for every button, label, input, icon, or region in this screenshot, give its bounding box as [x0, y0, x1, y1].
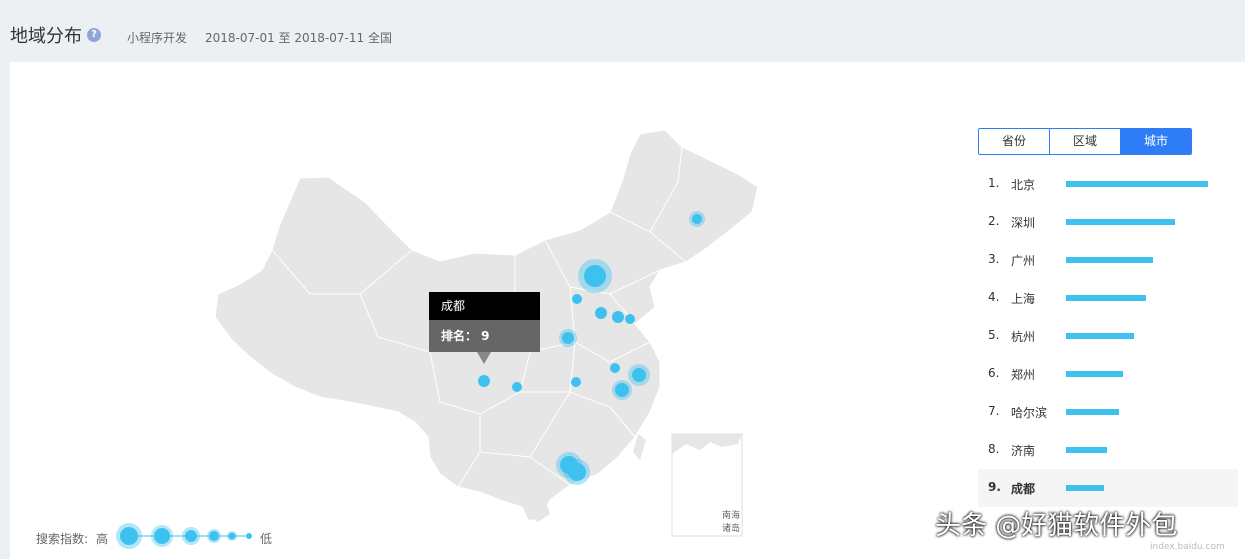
legend-label: 搜索指数:: [36, 532, 89, 546]
ranking-row[interactable]: 1. 北京: [978, 165, 1238, 203]
ranking-row[interactable]: 3. 广州: [978, 241, 1238, 279]
tab-province[interactable]: 省份: [979, 129, 1049, 154]
rank-number: 6.: [988, 366, 1000, 380]
rank-number: 9.: [988, 480, 1001, 494]
bubble-beijing[interactable]: [584, 265, 606, 287]
page-header: 地域分布 ? 小程序开发 2018-07-01 至 2018-07-11 全国: [0, 0, 1245, 62]
bubble-harbin[interactable]: [692, 214, 702, 224]
legend-high-label: 高: [96, 532, 109, 546]
rank-city-name: 广州: [1011, 254, 1036, 268]
map-panel: 南海 诸岛 成都 排名： 9 搜索指数: 高 低 省份 区域 城市 1. 北京 …: [10, 62, 1245, 559]
rank-city-name: 成都: [1011, 482, 1036, 496]
rank-city-name: 济南: [1011, 444, 1036, 458]
legend-low-label: 低: [260, 532, 273, 546]
rank-bar: [1066, 219, 1175, 225]
rank-number: 5.: [988, 328, 1000, 342]
ranking-row[interactable]: 7. 哈尔滨: [978, 393, 1238, 431]
tab-region[interactable]: 区域: [1049, 129, 1120, 154]
ranking-row[interactable]: 6. 郑州: [978, 355, 1238, 393]
legend-bubble-1-core: [120, 527, 138, 545]
bubble-nanjing[interactable]: [610, 363, 620, 373]
bubble-wuhan[interactable]: [571, 377, 581, 387]
date-range-label: 2018-07-01 至 2018-07-11: [205, 31, 365, 45]
watermark-url: index.baidu.com: [1150, 542, 1225, 552]
rank-city-name: 上海: [1011, 292, 1036, 306]
rank-bar: [1066, 371, 1123, 377]
inset-label-1: 南海: [722, 509, 740, 521]
bubble-shijiazhuang[interactable]: [572, 294, 582, 304]
ranking-row[interactable]: 2. 深圳: [978, 203, 1238, 241]
rank-number: 8.: [988, 442, 1000, 456]
region-label: 全国: [368, 31, 393, 45]
bubble-chongqing[interactable]: [512, 382, 522, 392]
help-icon[interactable]: ?: [87, 28, 101, 42]
ranking-row[interactable]: 8. 济南: [978, 431, 1238, 469]
page-title: 地域分布: [10, 26, 82, 47]
legend-bubble-6: [246, 533, 252, 539]
tooltip-arrow: [477, 352, 491, 364]
inset-label-2: 诸岛: [722, 522, 740, 534]
rank-bar: [1066, 447, 1107, 453]
bubble-chengdu[interactable]: [478, 375, 490, 387]
keyword-label: 小程序开发: [127, 31, 188, 45]
watermark-text: 头条 @好猫软件外包: [935, 511, 1178, 541]
rank-city-name: 杭州: [1011, 330, 1036, 344]
bubble-qingdao-b[interactable]: [625, 314, 635, 324]
city-ranking-list: 1. 北京 2. 深圳 3. 广州 4. 上海 5. 杭州 6. 郑州 7. 哈尔滨 8. 济南 9. 成都: [978, 165, 1238, 507]
rank-city-name: 郑州: [1011, 368, 1036, 382]
rank-number: 7.: [988, 404, 1000, 418]
rank-bar: [1066, 485, 1104, 491]
bubble-qingdao-a[interactable]: [612, 311, 624, 323]
ranking-row[interactable]: 5. 杭州: [978, 317, 1238, 355]
rank-number: 3.: [988, 252, 1000, 266]
tooltip-city: 成都: [429, 292, 540, 320]
map-tooltip: 成都 排名： 9: [429, 292, 540, 364]
bubble-hangzhou[interactable]: [615, 383, 629, 397]
ranking-row[interactable]: 9. 成都: [978, 469, 1238, 507]
ranking-row[interactable]: 4. 上海: [978, 279, 1238, 317]
legend-bubbles: [116, 523, 252, 549]
bubble-jinan[interactable]: [595, 307, 607, 319]
dimension-tabs: 省份 区域 城市: [978, 128, 1192, 155]
rank-number: 1.: [988, 176, 1000, 190]
legend-bubble-2-core: [154, 528, 170, 544]
legend-bubble-3-core: [185, 530, 197, 542]
rank-bar: [1066, 295, 1146, 301]
rank-bar: [1066, 333, 1134, 339]
rank-city-name: 北京: [1011, 178, 1036, 192]
rank-city-name: 哈尔滨: [1011, 406, 1048, 420]
rank-bar: [1066, 409, 1119, 415]
rank-number: 2.: [988, 214, 1000, 228]
tooltip-rank: 排名： 9: [429, 320, 540, 352]
legend-bubble-5-core: [228, 532, 236, 540]
bubble-shenzhen[interactable]: [568, 463, 586, 481]
taiwan-island-shape: [633, 434, 646, 460]
rank-city-name: 深圳: [1011, 216, 1036, 230]
tab-city[interactable]: 城市: [1120, 129, 1191, 154]
bubble-zhengzhou[interactable]: [562, 332, 574, 344]
rank-bar: [1066, 181, 1208, 187]
rank-bar: [1066, 257, 1153, 263]
bubble-shanghai[interactable]: [632, 368, 646, 382]
rank-number: 4.: [988, 290, 1000, 304]
legend-bubble-4-core: [209, 531, 219, 541]
